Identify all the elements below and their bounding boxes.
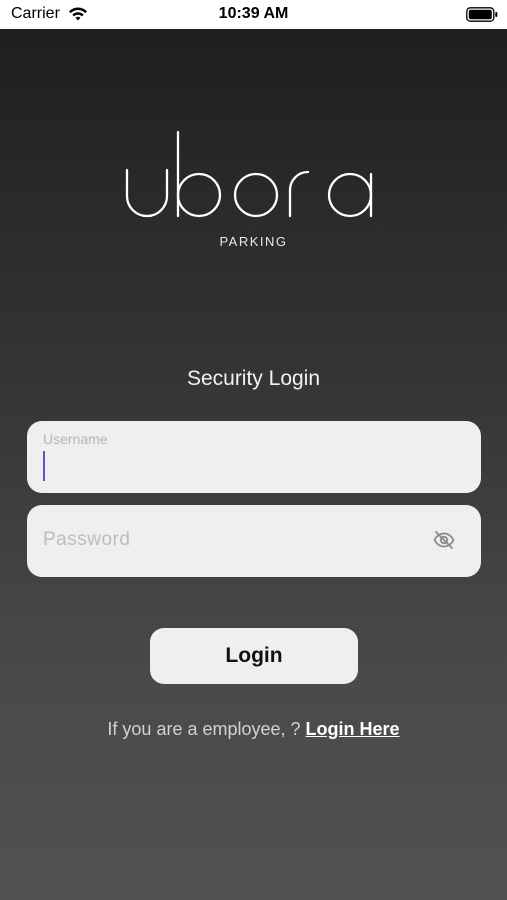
battery-icon [466, 7, 498, 27]
status-bar: Carrier 10:39 AM [0, 0, 507, 29]
status-time: 10:39 AM [218, 5, 289, 22]
logo-subtitle: PARKING [219, 234, 288, 249]
login-screen: PARKING Security Login Username Password… [0, 29, 507, 900]
username-field[interactable]: Username [27, 421, 481, 493]
text-caret [43, 451, 45, 481]
employee-login-link[interactable]: Login Here [306, 719, 400, 739]
page-title: Security Login [186, 367, 321, 390]
ubora-logo [120, 124, 386, 229]
eye-off-icon[interactable] [433, 530, 455, 555]
password-placeholder: Password [43, 529, 131, 550]
employee-prompt-text: If you are a employee, ? [107, 719, 306, 739]
password-field[interactable]: Password [27, 505, 481, 577]
login-button[interactable]: Login [150, 628, 358, 684]
username-label: Username [43, 431, 108, 447]
employee-login-prompt: If you are a employee, ? Login Here [0, 719, 507, 740]
